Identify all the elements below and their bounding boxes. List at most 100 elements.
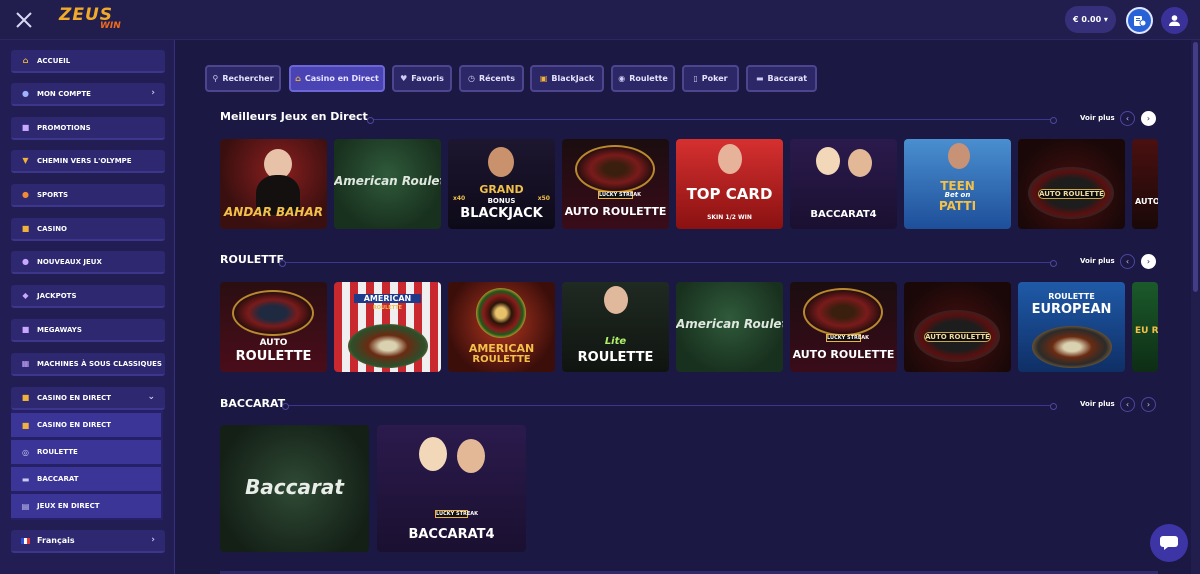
game-tile[interactable]: AUTO ROULETTE	[220, 282, 327, 372]
tab-poker[interactable]: ▯ Poker	[682, 65, 739, 92]
tab-baccarat[interactable]: ▬ Baccarat	[746, 65, 817, 92]
game-tile[interactable]: EU R	[1132, 282, 1158, 372]
close-icon[interactable]	[12, 8, 36, 32]
sidebar-subitem-label: JEUX EN DIRECT	[37, 502, 100, 510]
see-more-link[interactable]: Voir plus	[1080, 114, 1115, 122]
sidebar-subitem-baccarat[interactable]: ▬ BACCARAT	[11, 467, 161, 491]
dealer-image	[419, 437, 447, 471]
sidebar-item-casino[interactable]: ■ CASINO	[11, 218, 165, 241]
dealer-image	[816, 147, 840, 175]
chevron-right-icon: ›	[151, 88, 155, 98]
provider-badge: LUCKY STREAK	[826, 334, 869, 342]
language-selector[interactable]: Français ›	[11, 530, 165, 553]
see-more-link[interactable]: Voir plus	[1080, 257, 1115, 265]
profile-button[interactable]	[1161, 7, 1188, 34]
game-tile[interactable]: AMERICAN ROULETTE	[334, 282, 441, 372]
tab-blackjack[interactable]: ▣ BlackJack	[530, 65, 604, 92]
game-tile[interactable]: ANDAR BAHAR	[220, 139, 327, 229]
game-tile[interactable]: AUTO RO	[1132, 139, 1158, 229]
tab-label: Poker	[701, 74, 728, 83]
gift-icon: ■	[21, 123, 30, 132]
main-content: ⚲ Rechercher ⌂ Casino en Direct ♥ Favoris ◷…	[176, 40, 1198, 574]
game-title-line: ROULETTE	[235, 349, 312, 364]
sidebar-item-nouveaux-jeux[interactable]: ● NOUVEAUX JEUX	[11, 251, 165, 274]
sidebar-item-casino-en-direct[interactable]: ■ CASINO EN DIRECT ⌄	[11, 387, 165, 410]
balance-button[interactable]: € 0.00 ▾	[1065, 6, 1116, 33]
game-tile[interactable]: ROULETTE EUROPEAN	[1018, 282, 1125, 372]
game-tile[interactable]: LUCKY STREAK AUTO ROULETTE	[562, 139, 669, 229]
scrollbar-thumb[interactable]	[1193, 42, 1198, 292]
game-title-line: AUTO	[259, 338, 288, 348]
sidebar-item-label: PROMOTIONS	[37, 123, 91, 132]
sidebar-subitem-label: ROULETTE	[37, 448, 78, 456]
game-title: AUTO ROULETTE	[792, 348, 895, 361]
deposit-button[interactable]	[1126, 7, 1153, 34]
sidebar-item-sports[interactable]: ● SPORTS	[11, 184, 165, 207]
game-title: AUTO ROULETTE	[1038, 189, 1105, 199]
roulette-wheel-image	[476, 288, 526, 338]
sidebar-item-machines-a-sous[interactable]: ▦ MACHINES À SOUS CLASSIQUES	[11, 353, 165, 376]
game-title: AUTO ROULETTE	[924, 332, 991, 342]
game-tile[interactable]: BACCARAT4	[790, 139, 897, 229]
sidebar-subitem-roulette[interactable]: ◎ ROULETTE	[11, 440, 161, 464]
game-title: Baccarat	[245, 475, 344, 499]
sidebar-subitem-label: CASINO EN DIRECT	[37, 421, 112, 429]
ball-icon: ●	[22, 190, 29, 199]
game-tile[interactable]: American Roulette	[334, 139, 441, 229]
game-caption: SKIN 1/2 WIN	[707, 214, 752, 221]
prev-arrow-button[interactable]: ‹	[1120, 254, 1135, 269]
game-tile[interactable]: AUTO ROULETTE	[904, 282, 1011, 372]
game-title: BACCARAT4	[408, 527, 495, 542]
sidebar-subitem-casino-en-direct[interactable]: ■ CASINO EN DIRECT	[11, 413, 161, 437]
sidebar-item-label: ACCUEIL	[37, 56, 71, 65]
sidebar-item-promotions[interactable]: ■ PROMOTIONS	[11, 117, 165, 140]
dealer-image	[948, 143, 970, 169]
game-tile[interactable]: TOP CARD SKIN 1/2 WIN	[676, 139, 783, 229]
sidebar-subitem-jeux-en-direct[interactable]: ▤ JEUX EN DIRECT	[11, 494, 161, 518]
prev-arrow-button[interactable]: ‹	[1120, 397, 1135, 412]
game-tile[interactable]: TEEN Bet on PATTI	[904, 139, 1011, 229]
sidebar-item-label: JACKPOTS	[37, 291, 77, 300]
section-divider	[367, 117, 1057, 124]
game-title: EU R	[1135, 326, 1158, 336]
home-icon: ⌂	[22, 56, 29, 65]
multiplier-badge: x50	[537, 195, 550, 202]
sidebar-item-accueil[interactable]: ⌂ ACCUEIL	[11, 50, 165, 73]
tab-label: BlackJack	[551, 74, 595, 83]
logo[interactable]: ZEUS WIN	[56, 5, 134, 35]
chat-button[interactable]	[1150, 524, 1188, 562]
game-title: ANDAR BAHAR	[224, 205, 323, 219]
clock-icon: ◷	[467, 74, 475, 83]
game-tile[interactable]: Baccarat	[220, 425, 369, 552]
game-tile[interactable]: LUCKY STREAK BACCARAT4	[377, 425, 526, 552]
next-arrow-button[interactable]: ›	[1141, 254, 1156, 269]
game-title-line: Bet on	[944, 191, 971, 199]
slot-icon: ▦	[21, 359, 30, 368]
tab-favoris[interactable]: ♥ Favoris	[392, 65, 452, 92]
casino-icon: ■	[21, 224, 30, 233]
game-tile[interactable]: Lite ROULETTE	[562, 282, 669, 372]
live-games-icon: ▤	[21, 501, 30, 511]
sidebar-item-mon-compte[interactable]: ● MON COMPTE ›	[11, 83, 165, 106]
sidebar-item-jackpots[interactable]: ◆ JACKPOTS	[11, 285, 165, 308]
next-arrow-button[interactable]: ›	[1141, 397, 1156, 412]
see-more-link[interactable]: Voir plus	[1080, 400, 1115, 408]
game-tile[interactable]: LUCKY STREAK AUTO ROULETTE	[790, 282, 897, 372]
game-tile[interactable]: GRAND BONUS BLACKJACK x40 x50	[448, 139, 555, 229]
top-bar: ZEUS WIN € 0.00 ▾	[0, 0, 1200, 40]
sidebar-item-megaways[interactable]: ■ MEGAWAYS	[11, 319, 165, 342]
tab-roulette[interactable]: ◉ Roulette	[611, 65, 675, 92]
game-tile[interactable]: AUTO ROULETTE	[1018, 139, 1125, 229]
prev-arrow-button[interactable]: ‹	[1120, 111, 1135, 126]
tab-rechercher[interactable]: ⚲ Rechercher	[205, 65, 281, 92]
tab-recents[interactable]: ◷ Récents	[459, 65, 524, 92]
roulette-wheel-image	[232, 290, 314, 336]
sidebar-item-chemin-olympe[interactable]: ▼ CHEMIN VERS L'OLYMPE	[11, 150, 165, 173]
tab-label: Baccarat	[767, 74, 808, 83]
tab-casino-en-direct[interactable]: ⌂ Casino en Direct	[289, 65, 385, 92]
live-casino-icon: ■	[21, 420, 30, 430]
next-arrow-button[interactable]: ›	[1141, 111, 1156, 126]
game-tile[interactable]: AMERICAN ROULETTE	[448, 282, 555, 372]
scrollbar[interactable]	[1191, 40, 1200, 574]
game-tile[interactable]: American Roulette	[676, 282, 783, 372]
